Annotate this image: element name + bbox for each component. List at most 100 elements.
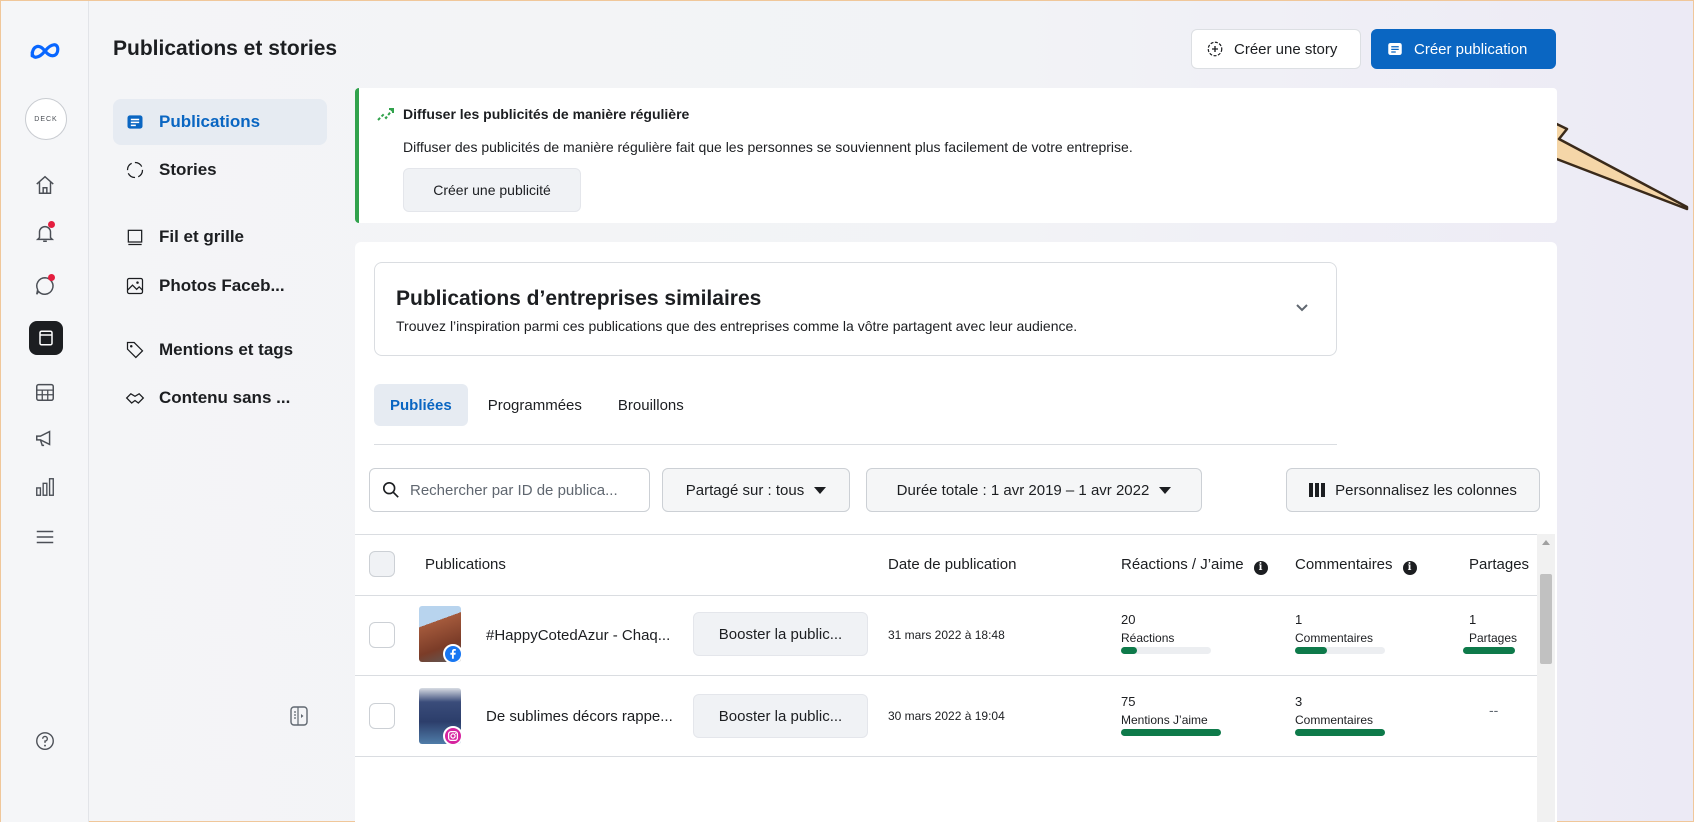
- boost-post-button[interactable]: Booster la public...: [693, 612, 868, 656]
- nav-item-label: Mentions et tags: [159, 340, 294, 359]
- home-icon[interactable]: [23, 163, 67, 207]
- column-header-reactions[interactable]: Réactions / J’aime i: [1121, 556, 1268, 575]
- calendar-icon[interactable]: [23, 370, 67, 414]
- metric-bar: [1295, 647, 1385, 654]
- avatar-text: DECK: [34, 115, 58, 123]
- photos-icon: [126, 277, 144, 295]
- menu-icon[interactable]: [23, 515, 67, 559]
- tab-scheduled[interactable]: Programmées: [472, 384, 598, 426]
- create-ad-button[interactable]: Créer une publicité: [403, 168, 581, 212]
- divider: [374, 444, 1337, 445]
- nav-item-label: Stories: [159, 160, 217, 179]
- scrollbar-thumb[interactable]: [1540, 574, 1552, 664]
- similar-posts-panel[interactable]: Publications d’entreprises similaires Tr…: [374, 262, 1337, 356]
- nav-item-mentions[interactable]: Mentions et tags: [113, 327, 327, 373]
- create-story-button[interactable]: Créer une story: [1191, 29, 1361, 69]
- metric-bar-fill: [1463, 647, 1515, 654]
- search-input[interactable]: Rechercher par ID de publica...: [369, 468, 650, 512]
- page-title: Publications et stories: [113, 37, 338, 60]
- chevron-down-icon[interactable]: [1294, 299, 1310, 315]
- posts-icon[interactable]: [29, 321, 63, 355]
- banner-text: Diffuser des publicités de manière régul…: [403, 139, 1133, 155]
- metric-bar: [1295, 729, 1385, 736]
- nav-item-feed-grid[interactable]: Fil et grille: [113, 214, 327, 260]
- info-icon[interactable]: i: [1402, 561, 1417, 575]
- nav-item-label: Contenu sans ...: [159, 388, 291, 407]
- row-checkbox[interactable]: [369, 622, 395, 648]
- reactions-metric: 20 Réactions: [1121, 612, 1211, 654]
- tab-published[interactable]: Publiées: [374, 384, 468, 426]
- date-range-label: Durée totale : 1 avr 2019 – 1 avr 2022: [896, 481, 1150, 499]
- stories-icon: [126, 161, 144, 179]
- metric-label: Mentions J’aime: [1121, 713, 1208, 727]
- shared-on-label: Partagé sur : tous: [685, 481, 805, 499]
- nav-item-label: Fil et grille: [159, 227, 245, 246]
- divider: [355, 534, 1538, 535]
- shares-metric: 1 Partages: [1463, 612, 1523, 654]
- metric-value: 20: [1121, 612, 1136, 627]
- app-frame: DECK Publications et stories Créer une s…: [0, 0, 1694, 822]
- facebook-icon: [443, 644, 461, 662]
- metric-value: 1: [1295, 612, 1303, 627]
- divider: [355, 756, 1538, 757]
- post-thumbnail[interactable]: [419, 606, 461, 662]
- metric-label: Réactions: [1121, 631, 1175, 645]
- left-rail: DECK: [1, 1, 89, 822]
- row-checkbox[interactable]: [369, 703, 395, 729]
- insights-icon[interactable]: [23, 465, 67, 509]
- add-story-icon: [1207, 41, 1223, 57]
- nav-item-stories[interactable]: Stories: [113, 147, 327, 193]
- banner-title: Diffuser les publicités de manière régul…: [403, 106, 690, 122]
- post-thumbnail[interactable]: [419, 688, 461, 744]
- shared-on-dropdown[interactable]: Partagé sur : tous: [662, 468, 850, 512]
- tab-drafts[interactable]: Brouillons: [602, 384, 700, 426]
- nav-item-label: Photos Faceb...: [159, 276, 285, 295]
- metric-value: 3: [1295, 694, 1303, 709]
- column-header-date[interactable]: Date de publication: [888, 556, 1016, 573]
- columns-icon: [1309, 483, 1326, 497]
- avatar[interactable]: DECK: [25, 98, 67, 140]
- similar-title: Publications d’entreprises similaires: [396, 287, 762, 310]
- megaphone-icon[interactable]: [23, 416, 67, 460]
- post-caption[interactable]: De sublimes décors rappe...: [486, 708, 673, 725]
- info-icon[interactable]: i: [1253, 561, 1268, 575]
- post-date: 30 mars 2022 à 19:04: [888, 709, 1005, 723]
- comments-metric: 1 Commentaires: [1295, 612, 1385, 654]
- collapse-sidebar-icon[interactable]: [289, 704, 309, 728]
- metric-label: Commentaires: [1295, 631, 1374, 645]
- feed-grid-icon: [127, 229, 143, 246]
- customize-columns-button[interactable]: Personnalisez les colonnes: [1286, 468, 1540, 512]
- column-header-shares[interactable]: Partages: [1469, 556, 1529, 573]
- posts-icon: [127, 115, 143, 129]
- select-all-checkbox[interactable]: [369, 551, 395, 577]
- post-icon: [1388, 43, 1402, 55]
- bell-icon[interactable]: [23, 211, 67, 255]
- boost-post-button[interactable]: Booster la public...: [693, 694, 868, 738]
- nav-item-publications[interactable]: Publications: [113, 99, 327, 145]
- meta-logo-icon[interactable]: [23, 29, 67, 73]
- posts-card: Publications d’entreprises similaires Tr…: [355, 242, 1557, 822]
- chat-icon[interactable]: [23, 264, 67, 308]
- post-caption[interactable]: #HappyCotedAzur - Chaq...: [486, 627, 670, 644]
- column-header-posts[interactable]: Publications: [425, 556, 506, 573]
- likes-metric: 75 Mentions J’aime: [1121, 694, 1221, 736]
- nav-item-photos[interactable]: Photos Faceb...: [113, 263, 327, 309]
- table-scrollbar[interactable]: [1537, 534, 1555, 822]
- date-range-dropdown[interactable]: Durée totale : 1 avr 2019 – 1 avr 2022: [866, 468, 1202, 512]
- scroll-up-icon[interactable]: [1542, 540, 1550, 545]
- help-icon[interactable]: [23, 719, 67, 763]
- comments-header-label: Commentaires: [1295, 556, 1393, 573]
- post-date: 31 mars 2022 à 18:48: [888, 628, 1005, 642]
- create-post-label: Créer publication: [1414, 40, 1528, 58]
- nav-item-branded-content[interactable]: Contenu sans ...: [113, 375, 327, 421]
- caret-down-icon: [1159, 486, 1172, 494]
- column-header-comments[interactable]: Commentaires i: [1295, 556, 1417, 575]
- metric-value: 75: [1121, 694, 1136, 709]
- metric-bar: [1121, 729, 1221, 736]
- ads-tip-banner: Diffuser les publicités de manière régul…: [355, 88, 1557, 223]
- caret-down-icon: [814, 486, 827, 494]
- metric-bar-fill: [1121, 647, 1138, 654]
- tag-icon: [126, 341, 144, 359]
- create-post-button[interactable]: Créer publication: [1371, 29, 1556, 69]
- metric-bar: [1463, 647, 1515, 654]
